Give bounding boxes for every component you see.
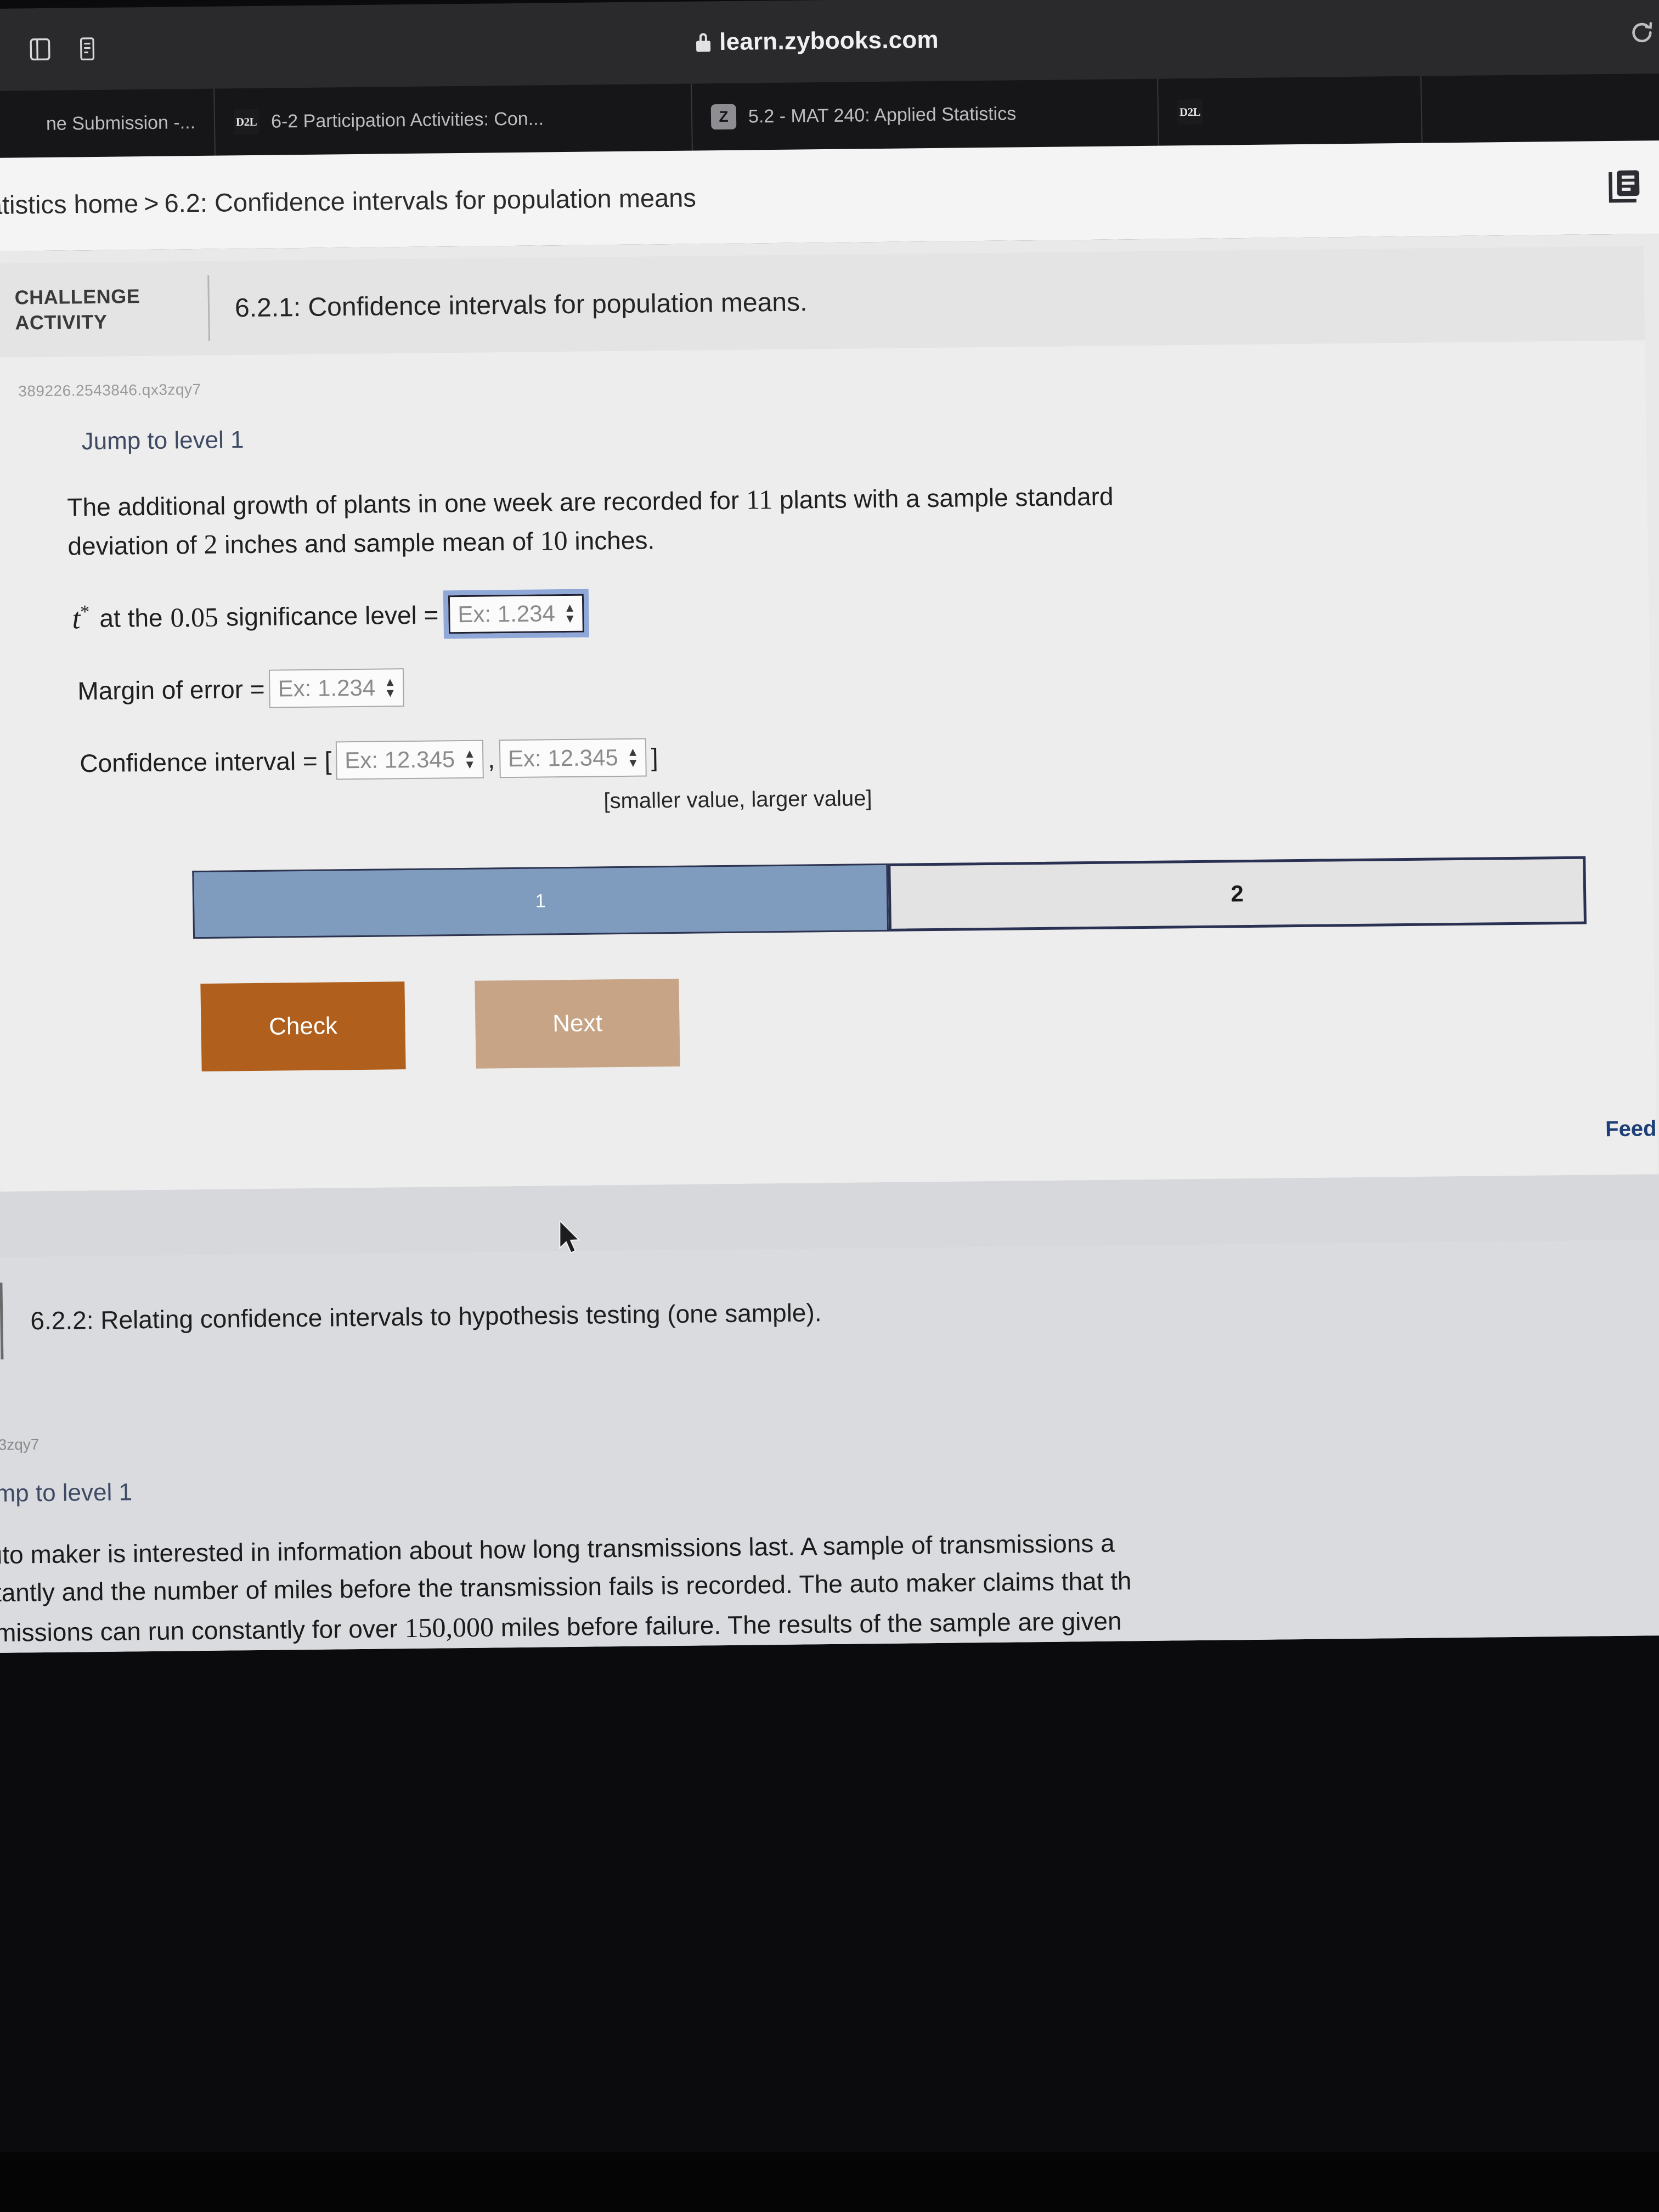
browser-tab-3[interactable]: D2L	[1158, 76, 1423, 146]
d2l-favicon-icon: D2L	[1177, 99, 1203, 125]
tstar-input[interactable]: Ex: 1.234 ▲ ▼	[443, 589, 590, 639]
challenge-activity-622: 6.2.2: Relating confidence intervals to …	[0, 1239, 1659, 1654]
toolbar-right-controls	[1629, 17, 1655, 48]
progress-step-2[interactable]: 2	[888, 856, 1587, 932]
reader-view-icon[interactable]	[75, 33, 100, 64]
lock-icon	[696, 33, 711, 52]
tab-label: ne Submission -...	[46, 111, 196, 134]
level-progress-bar: 1 2	[192, 856, 1587, 939]
progress-step-1[interactable]: 1	[192, 863, 889, 939]
prompt-sample-mean: 10	[540, 524, 568, 556]
reload-icon[interactable]	[1629, 17, 1655, 48]
breadcrumb: d Statistics home>6.2: Confidence interv…	[0, 182, 696, 220]
activity-622-id: 6.qx3zqy7	[0, 1436, 40, 1454]
prompt-std-dev: 2	[204, 528, 218, 560]
activity-622-header: 6.2.2: Relating confidence intervals to …	[0, 1265, 1659, 1359]
margin-of-error-input[interactable]: Ex: 1.234 ▲ ▼	[269, 668, 404, 708]
challenge-activity-621: CHALLENGE ACTIVITY 6.2.1: Confidence int…	[0, 246, 1657, 1192]
spinner-down-icon[interactable]: ▼	[564, 612, 576, 625]
confidence-interval-note: [smaller value, larger value]	[603, 786, 872, 814]
activity-622-problem-statement: n auto maker is interested in informatio…	[0, 1519, 1659, 1654]
prompt-part-4: inches.	[567, 526, 655, 555]
jump-to-level-link[interactable]: Jump to level 1	[0, 411, 1646, 456]
activity-622-jump-link[interactable]: Jump to level 1	[0, 1463, 1659, 1508]
feedback-link[interactable]: Feed	[0, 1116, 1657, 1159]
zybooks-favicon-icon: Z	[710, 104, 737, 130]
tstar-label-post: significance level =	[225, 600, 439, 631]
badge-line-2: ACTIVITY	[15, 310, 108, 334]
challenge-activity-badge: CHALLENGE ACTIVITY	[0, 261, 208, 358]
url-text: learn.zybooks.com	[719, 26, 939, 56]
table-of-contents-icon[interactable]	[1604, 166, 1643, 210]
prompt-mileage-claim: 150,000	[404, 1611, 494, 1644]
margin-of-error-row: Margin of error = Ex: 1.234 ▲ ▼	[0, 655, 1650, 711]
spinner-up-icon[interactable]: ▲	[564, 601, 576, 614]
toolbar-left-controls	[27, 33, 100, 65]
tab-label: 6-2 Participation Activities: Con...	[270, 108, 544, 132]
prompt-line-3-pre: ansmissions can run constantly for over	[0, 1614, 398, 1647]
confidence-interval-upper-input[interactable]: Ex: 12.345 ▲ ▼	[499, 738, 647, 778]
confidence-interval-label: Confidence interval = [	[79, 746, 332, 778]
tstar-label-pre: at the	[99, 603, 163, 633]
activity-622-title: 6.2.2: Relating confidence intervals to …	[30, 1298, 822, 1335]
tstar-row: t* at the 0.05 significance level = Ex: …	[0, 583, 1649, 639]
zybooks-content: CHALLENGE ACTIVITY 6.2.1: Confidence int…	[0, 233, 1659, 1654]
confidence-interval-lower-input[interactable]: Ex: 12.345 ▲ ▼	[335, 740, 484, 780]
next-button[interactable]: Next	[475, 978, 680, 1069]
tstar-spinner[interactable]: ▲ ▼	[561, 601, 580, 625]
browser-tab-2-active[interactable]: Z 5.2 - MAT 240: Applied Statistics	[692, 78, 1159, 151]
spinner-up-icon[interactable]: ▲	[384, 675, 396, 689]
breadcrumb-separator: >	[143, 188, 159, 218]
margin-of-error-label: Margin of error =	[77, 674, 266, 706]
sidebar-toggle-icon[interactable]	[27, 34, 53, 65]
breadcrumb-current: 6.2: Confidence intervals for population…	[164, 182, 697, 218]
spinner-up-icon[interactable]: ▲	[627, 745, 639, 759]
photo-bottom-edge	[0, 2152, 1659, 2212]
tstar-input-placeholder: Ex: 1.234	[458, 600, 556, 628]
browser-window: learn.zybooks.com ne Submission -... D2L…	[0, 0, 1659, 2148]
tstar-alpha: 0.05	[170, 601, 219, 633]
ci-upper-placeholder: Ex: 12.345	[507, 744, 619, 772]
check-button[interactable]: Check	[200, 981, 406, 1072]
spinner-down-icon[interactable]: ▼	[627, 756, 639, 770]
action-buttons: Check Next	[0, 968, 1656, 1074]
tstar-symbol: t*	[71, 602, 90, 635]
d2l-favicon-icon: D2L	[233, 109, 259, 135]
activity-body: 389226.2543846.qx3zqy7 Jump to level 1 T…	[0, 340, 1657, 1192]
confidence-interval-row: Confidence interval = [ Ex: 12.345 ▲ ▼ ,…	[0, 727, 1651, 783]
spinner-down-icon[interactable]: ▼	[464, 758, 476, 771]
tab-label: 5.2 - MAT 240: Applied Statistics	[748, 103, 1017, 127]
browser-tab-1[interactable]: D2L 6-2 Participation Activities: Con...	[215, 83, 693, 156]
activity-header: CHALLENGE ACTIVITY 6.2.1: Confidence int…	[0, 246, 1645, 358]
ci-lower-spinner[interactable]: ▲ ▼	[460, 747, 479, 771]
ci-upper-spinner[interactable]: ▲ ▼	[623, 745, 642, 770]
ci-comma: ,	[487, 744, 495, 774]
photo-of-screen: learn.zybooks.com ne Submission -... D2L…	[0, 0, 1659, 2212]
zybooks-topbar: d Statistics home>6.2: Confidence interv…	[0, 140, 1659, 252]
prompt-part-3: inches and sample mean of	[217, 527, 541, 559]
activity-id: 389226.2543846.qx3zqy7	[18, 380, 201, 400]
margin-of-error-placeholder: Ex: 1.234	[278, 674, 376, 702]
spinner-up-icon[interactable]: ▲	[464, 747, 476, 760]
badge-line-1: CHALLENGE	[14, 285, 140, 309]
ci-close-bracket: ]	[651, 743, 658, 772]
browser-tab-0[interactable]: ne Submission -...	[0, 88, 216, 159]
address-bar[interactable]: learn.zybooks.com	[0, 19, 1659, 64]
problem-statement: The additional growth of plants in one w…	[0, 475, 1253, 566]
margin-of-error-spinner[interactable]: ▲ ▼	[381, 675, 400, 699]
activity-title: 6.2.1: Confidence intervals for populati…	[234, 287, 808, 323]
ci-lower-placeholder: Ex: 12.345	[344, 746, 455, 774]
prompt-line-3-post: miles before failure. The results of the…	[493, 1606, 1122, 1642]
spinner-down-icon[interactable]: ▼	[384, 686, 396, 699]
prompt-sample-size: 11	[746, 484, 773, 515]
breadcrumb-home[interactable]: d Statistics home	[0, 189, 138, 220]
prompt-part-1: The additional growth of plants in one w…	[67, 486, 747, 522]
